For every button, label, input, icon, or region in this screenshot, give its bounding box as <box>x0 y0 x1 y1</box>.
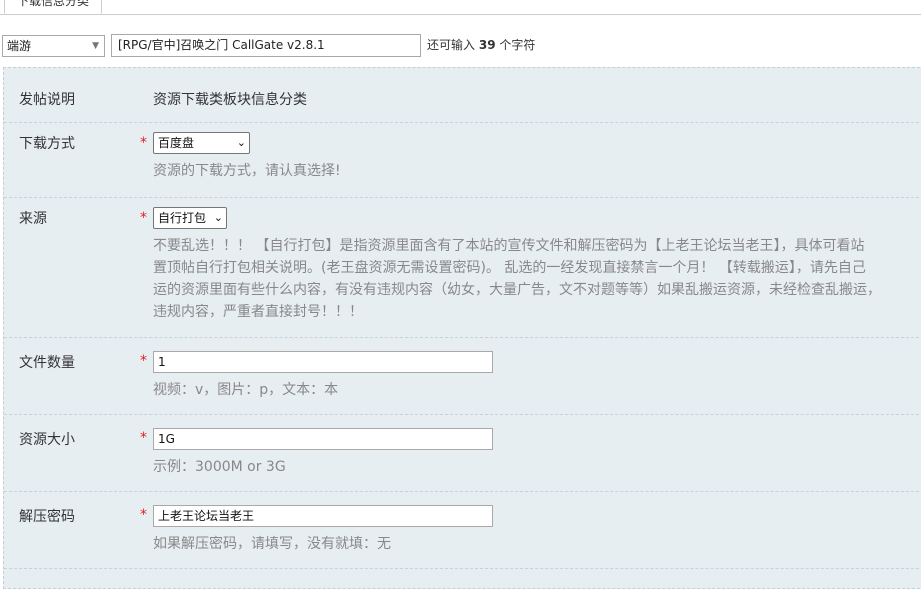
chevron-down-icon: ⌄ <box>213 211 223 224</box>
download-method-selected: 百度盘 <box>158 136 195 150</box>
source-label: 来源 <box>19 211 47 227</box>
unzip-password-label: 解压密码 <box>19 509 75 525</box>
char-counter: 还可输入 39 个字符 <box>427 34 535 56</box>
required-mark: * <box>140 353 147 369</box>
download-method-label: 下载方式 <box>19 136 75 152</box>
source-hint-line: 运的资源里面有些什么内容，有没有违规内容（幼女，大量广告，文不对题等等）如果乱搬… <box>153 282 881 298</box>
file-count-label: 文件数量 <box>19 355 75 371</box>
chevron-down-icon: ▼ <box>92 41 99 51</box>
row-post-desc: 发帖说明 资源下载类板块信息分类 <box>4 68 921 123</box>
resource-size-label: 资源大小 <box>19 432 75 448</box>
download-method-hint: 资源的下载方式，请认真选择! <box>153 163 341 179</box>
row-file-count: 文件数量 * 1 视频：v，图片：p，文本：本 <box>4 337 921 415</box>
row-source: 来源 * 自行打包 ⌄ 不要乱选！！！ 【自行打包】是指资源里面含有了本站的宣传… <box>4 197 921 338</box>
download-method-select[interactable]: 百度盘 ⌄ <box>153 132 250 154</box>
category-select[interactable]: 端游 ▼ <box>2 35 105 57</box>
post-desc-value: 资源下载类板块信息分类 <box>153 92 307 108</box>
row-unzip-password: 解压密码 * 上老王论坛当老王 如果解压密码，请填写，没有就填：无 <box>4 491 921 569</box>
counter-value: 39 <box>478 38 496 52</box>
unzip-password-input[interactable]: 上老王论坛当老王 <box>153 505 493 527</box>
file-count-hint: 视频：v，图片：p，文本：本 <box>153 382 339 398</box>
source-hint-line: 违规内容，严重者直接封号！！！ <box>153 304 363 320</box>
title-input[interactable]: [RPG/官中]召唤之门 CallGate v2.8.1 <box>111 34 421 57</box>
row-resource-size: 资源大小 * 1G 示例：3000M or 3G <box>4 414 921 492</box>
counter-prefix: 还可输入 <box>427 38 476 52</box>
required-mark: * <box>140 210 147 226</box>
row-download-method: 下载方式 * 百度盘 ⌄ 资源的下载方式，请认真选择! <box>4 122 921 198</box>
counter-suffix: 个字符 <box>499 38 536 52</box>
source-hint-line: 置顶帖自行打包相关说明。(老王盘资源无需设置密码)。 乱选的一经发现直接禁言一个… <box>153 260 866 276</box>
source-select[interactable]: 自行打包 ⌄ <box>153 207 227 229</box>
file-count-input[interactable]: 1 <box>153 351 493 373</box>
tab-download-info[interactable]: 下载信息分类 <box>4 0 103 14</box>
title-row: 端游 ▼ [RPG/官中]召唤之门 CallGate v2.8.1 还可输入 3… <box>0 34 921 58</box>
required-mark: * <box>140 135 147 151</box>
resource-size-hint: 示例：3000M or 3G <box>153 459 286 475</box>
source-hint-line: 不要乱选！！！ 【自行打包】是指资源里面含有了本站的宣传文件和解压密码为【上老王… <box>153 238 865 254</box>
resource-size-input[interactable]: 1G <box>153 428 493 450</box>
required-mark: * <box>140 430 147 446</box>
info-form-panel: 发帖说明 资源下载类板块信息分类 下载方式 * 百度盘 ⌄ 资源的下载方式，请认… <box>3 67 921 589</box>
chevron-down-icon: ⌄ <box>236 136 246 149</box>
source-selected: 自行打包 <box>158 211 207 225</box>
tab-bar: 下载信息分类 <box>0 0 921 15</box>
category-select-value: 端游 <box>7 39 32 53</box>
unzip-password-hint: 如果解压密码，请填写，没有就填：无 <box>153 536 391 552</box>
post-desc-label: 发帖说明 <box>19 92 75 108</box>
required-mark: * <box>140 507 147 523</box>
